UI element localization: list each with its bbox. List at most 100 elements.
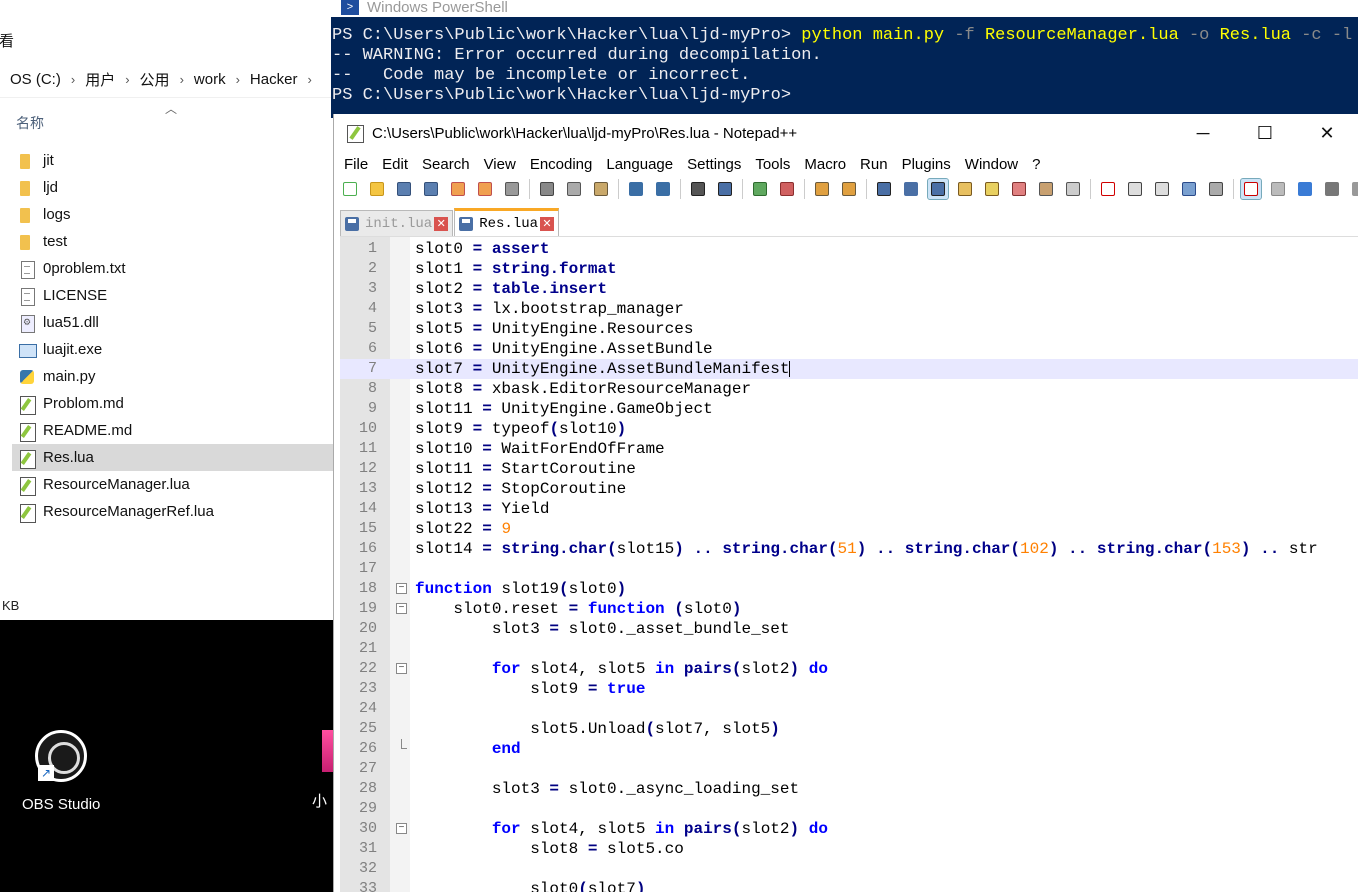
spell-check-icon[interactable] <box>1240 178 1262 200</box>
print-icon[interactable] <box>502 179 522 199</box>
file-row[interactable]: main.py <box>12 363 333 390</box>
file-row[interactable]: ResourceManagerRef.lua <box>12 498 333 525</box>
sync-vertical-icon[interactable] <box>812 179 832 199</box>
code-line[interactable]: 9 slot11 = UnityEngine.GameObject <box>340 399 1358 419</box>
undo-icon[interactable] <box>626 179 646 199</box>
menu-item[interactable]: File <box>344 156 368 173</box>
code-editor[interactable]: 1 slot0 = assert 2 slot1 = string.format 3 sl… <box>340 236 1358 892</box>
breadcrumb-item[interactable]: Hacker <box>250 71 298 88</box>
zoom-out-icon[interactable] <box>777 179 797 199</box>
code-line[interactable]: 8 slot8 = xbask.EditorResourceManager <box>340 379 1358 399</box>
file-row[interactable]: Res.lua <box>12 444 333 471</box>
menu-item[interactable]: Settings <box>687 156 741 173</box>
menu-item[interactable]: View <box>484 156 516 173</box>
fold-toggle-icon[interactable]: − <box>396 823 407 834</box>
fold-toggle-icon[interactable]: − <box>396 583 407 594</box>
code-line[interactable]: 13 slot12 = StopCoroutine <box>340 479 1358 499</box>
code-line[interactable]: 7 slot7 = UnityEngine.AssetBundleManifest <box>340 359 1358 379</box>
paste-icon[interactable] <box>591 179 611 199</box>
breadcrumb-item[interactable]: work <box>194 71 226 88</box>
code-line[interactable]: 21 <box>340 639 1358 659</box>
maximize-button[interactable]: ☐ <box>1234 114 1296 152</box>
save-all-icon[interactable] <box>421 179 441 199</box>
code-line[interactable]: 32 <box>340 859 1358 879</box>
menu-item[interactable]: Edit <box>382 156 408 173</box>
fold-toggle-icon[interactable]: − <box>396 603 407 614</box>
code-line[interactable]: 28 slot3 = slot0._async_loading_set <box>340 779 1358 799</box>
code-line[interactable]: 17 <box>340 559 1358 579</box>
file-row[interactable]: LICENSE <box>12 282 333 309</box>
menu-item[interactable]: Tools <box>755 156 790 173</box>
menu-item[interactable]: Run <box>860 156 888 173</box>
menu-item[interactable]: Plugins <box>902 156 951 173</box>
code-line[interactable]: 27 <box>340 759 1358 779</box>
show-all-chars-icon[interactable] <box>901 179 921 199</box>
code-line[interactable]: 2 slot1 = string.format <box>340 259 1358 279</box>
replace-icon[interactable] <box>715 179 735 199</box>
new-file-icon[interactable] <box>340 179 360 199</box>
code-line[interactable]: 12 slot11 = StartCoroutine <box>340 459 1358 479</box>
file-row[interactable]: test <box>12 228 333 255</box>
word-wrap-icon[interactable] <box>874 179 894 199</box>
close-file-icon[interactable] <box>448 179 468 199</box>
code-line[interactable]: 26 end <box>340 739 1358 759</box>
code-line[interactable]: 6 slot6 = UnityEngine.AssetBundle <box>340 339 1358 359</box>
file-row[interactable]: ResourceManager.lua <box>12 471 333 498</box>
code-line[interactable]: 5 slot5 = UnityEngine.Resources <box>340 319 1358 339</box>
prev-icon[interactable] <box>1268 179 1288 199</box>
powershell-window[interactable]: > Windows PowerShell PS C:\Users\Public\… <box>331 0 1358 118</box>
powershell-output[interactable]: PS C:\Users\Public\work\Hacker\lua\ljd-m… <box>332 26 1352 106</box>
file-row[interactable]: luajit.exe <box>12 336 333 363</box>
menu-item[interactable]: Language <box>606 156 673 173</box>
cut-icon[interactable] <box>537 179 557 199</box>
record-macro-icon[interactable] <box>1098 179 1118 199</box>
obs-studio-shortcut[interactable]: OBS Studio <box>22 730 100 813</box>
minimize-button[interactable]: ─ <box>1172 114 1234 152</box>
play-macro-icon[interactable] <box>1152 179 1172 199</box>
folder-workspace-icon[interactable] <box>1009 179 1029 199</box>
back-arrow-icon[interactable] <box>1295 179 1315 199</box>
code-line[interactable]: 24 <box>340 699 1358 719</box>
zoom-in-icon[interactable] <box>750 179 770 199</box>
sync-horizontal-icon[interactable] <box>839 179 859 199</box>
code-line[interactable]: 10 slot9 = typeof(slot10) <box>340 419 1358 439</box>
file-row[interactable]: README.md <box>12 417 333 444</box>
code-line[interactable]: 33 slot0(slot7) <box>340 879 1358 892</box>
code-line[interactable]: 25 slot5.Unload(slot7, slot5) <box>340 719 1358 739</box>
column-header-name[interactable]: 名称 <box>16 113 44 133</box>
menu-item[interactable]: ? <box>1032 156 1040 173</box>
tab-Res-lua[interactable]: Res.lua ✕ <box>454 208 560 236</box>
code-line[interactable]: 18 − function slot19(slot0) <box>340 579 1358 599</box>
file-row[interactable]: logs <box>12 201 333 228</box>
code-line[interactable]: 23 slot9 = true <box>340 679 1358 699</box>
fold-toggle-icon[interactable]: − <box>396 663 407 674</box>
monitoring-icon[interactable] <box>1036 179 1056 199</box>
notepadpp-titlebar[interactable]: C:\Users\Public\work\Hacker\lua\ljd-myPr… <box>334 114 1358 152</box>
code-line[interactable]: 31 slot8 = slot5.co <box>340 839 1358 859</box>
menu-item[interactable]: Window <box>965 156 1018 173</box>
open-file-icon[interactable] <box>367 179 387 199</box>
save-macro-icon[interactable] <box>1206 179 1226 199</box>
file-row[interactable]: lua51.dll <box>12 309 333 336</box>
redo-icon[interactable] <box>653 179 673 199</box>
close-tab-icon[interactable]: ✕ <box>434 216 449 231</box>
file-row[interactable]: Problom.md <box>12 390 333 417</box>
code-line[interactable]: 3 slot2 = table.insert <box>340 279 1358 299</box>
explorer-toolbar-fragment[interactable]: 看 <box>0 30 14 51</box>
code-line[interactable]: 19 − slot0.reset = function (slot0) <box>340 599 1358 619</box>
copy-icon[interactable] <box>564 179 584 199</box>
breadcrumb-item[interactable]: 用户 <box>85 69 115 90</box>
code-line[interactable]: 22 − for slot4, slot5 in pairs(slot2) do <box>340 659 1358 679</box>
menu-item[interactable]: Search <box>422 156 470 173</box>
code-line[interactable]: 14 slot13 = Yield <box>340 499 1358 519</box>
close-tab-icon[interactable]: ✕ <box>540 216 555 231</box>
find-icon[interactable] <box>688 179 708 199</box>
more-icon[interactable] <box>1349 179 1358 199</box>
doc-map-icon[interactable] <box>955 179 975 199</box>
code-line[interactable]: 16 slot14 = string.char(slot15) .. string… <box>340 539 1358 559</box>
powershell-titlebar[interactable]: > Windows PowerShell <box>331 0 1358 17</box>
breadcrumb[interactable]: OS (C:) › 用户 › 公用 › work › Hacker › <box>0 62 333 98</box>
file-row[interactable]: jit <box>12 147 333 174</box>
save-icon[interactable] <box>394 179 414 199</box>
function-list-icon[interactable] <box>982 179 1002 199</box>
